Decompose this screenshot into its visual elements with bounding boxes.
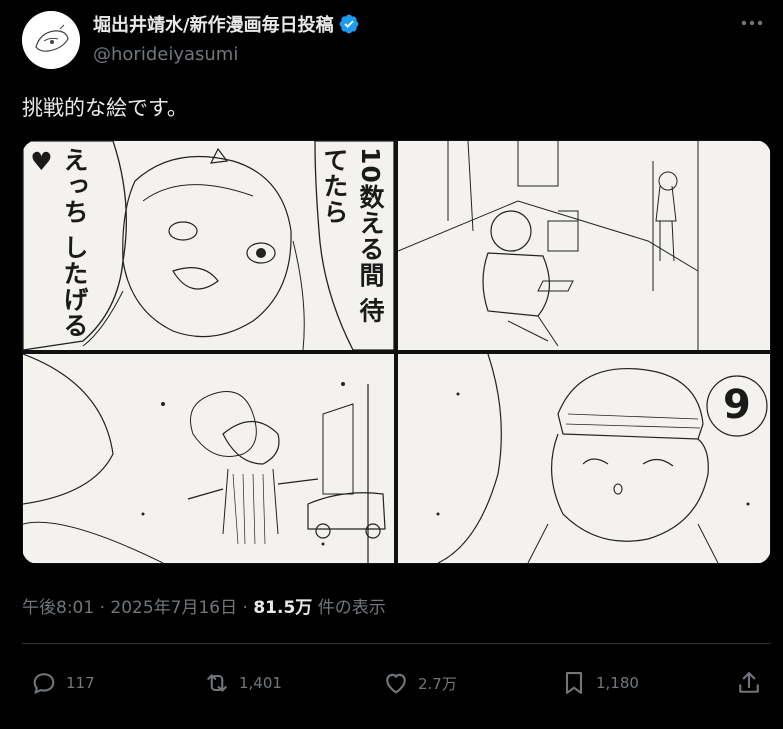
share-icon: [739, 672, 759, 693]
panel-2-art: [398, 141, 699, 350]
manga-panel-3: [23, 354, 394, 563]
bookmark-button[interactable]: 1,180: [560, 668, 639, 698]
like-count: 2.7万: [418, 674, 457, 693]
meta-separator: ·: [237, 598, 254, 618]
tweet-text: 挑戦的な絵です。: [22, 96, 188, 120]
verified-badge-icon: [339, 14, 358, 34]
share-button[interactable]: [735, 668, 763, 698]
bookmark-count: 1,180: [596, 674, 639, 692]
like-button[interactable]: 2.7万: [382, 668, 457, 698]
tweet-media[interactable]: 10数える間 待てたら えっち したげる♥ 9: [22, 140, 771, 564]
view-count[interactable]: 81.5万: [253, 598, 312, 618]
speech-bubble-right-text: 10数える間 待てたら: [320, 147, 385, 324]
author-name-row[interactable]: 堀出井靖水/新作漫画毎日投稿: [93, 12, 360, 36]
panel-4-art: [436, 354, 768, 563]
avatar[interactable]: [22, 11, 80, 69]
divider: [22, 643, 771, 644]
speech-bubble-left-text: えっち したげる♥: [27, 147, 89, 339]
tweet: 堀出井靖水/新作漫画毎日投稿 @horideiyasumi 挑戦的な絵です。 1…: [0, 0, 783, 729]
manga-panel-4: 9: [398, 354, 770, 563]
tweet-meta: 午後8:01 · 2025年7月16日 · 81.5万 件の表示: [22, 593, 386, 618]
tweet-time[interactable]: 午後8:01: [22, 598, 94, 618]
panel-3-art: [23, 354, 386, 563]
more-icon[interactable]: [739, 12, 765, 34]
like-icon: [386, 673, 406, 694]
manga-panel-1: 10数える間 待てたら えっち したげる♥: [23, 141, 394, 350]
bookmark-icon: [565, 672, 583, 694]
reply-icon: [33, 673, 55, 695]
meta-separator: ·: [94, 598, 111, 618]
retweet-button[interactable]: 1,401: [203, 668, 282, 698]
manga-panel-2: [398, 141, 770, 350]
reply-count: 117: [66, 674, 95, 692]
retweet-count: 1,401: [239, 674, 282, 692]
reply-button[interactable]: 117: [30, 668, 95, 698]
author-display-name[interactable]: 堀出井靖水/新作漫画毎日投稿: [93, 11, 334, 37]
countdown-number: 9: [723, 382, 751, 428]
view-count-label: 件の表示: [312, 598, 386, 618]
retweet-icon: [207, 674, 227, 692]
tweet-date[interactable]: 2025年7月16日: [110, 598, 237, 618]
author-handle[interactable]: @horideiyasumi: [93, 44, 238, 65]
